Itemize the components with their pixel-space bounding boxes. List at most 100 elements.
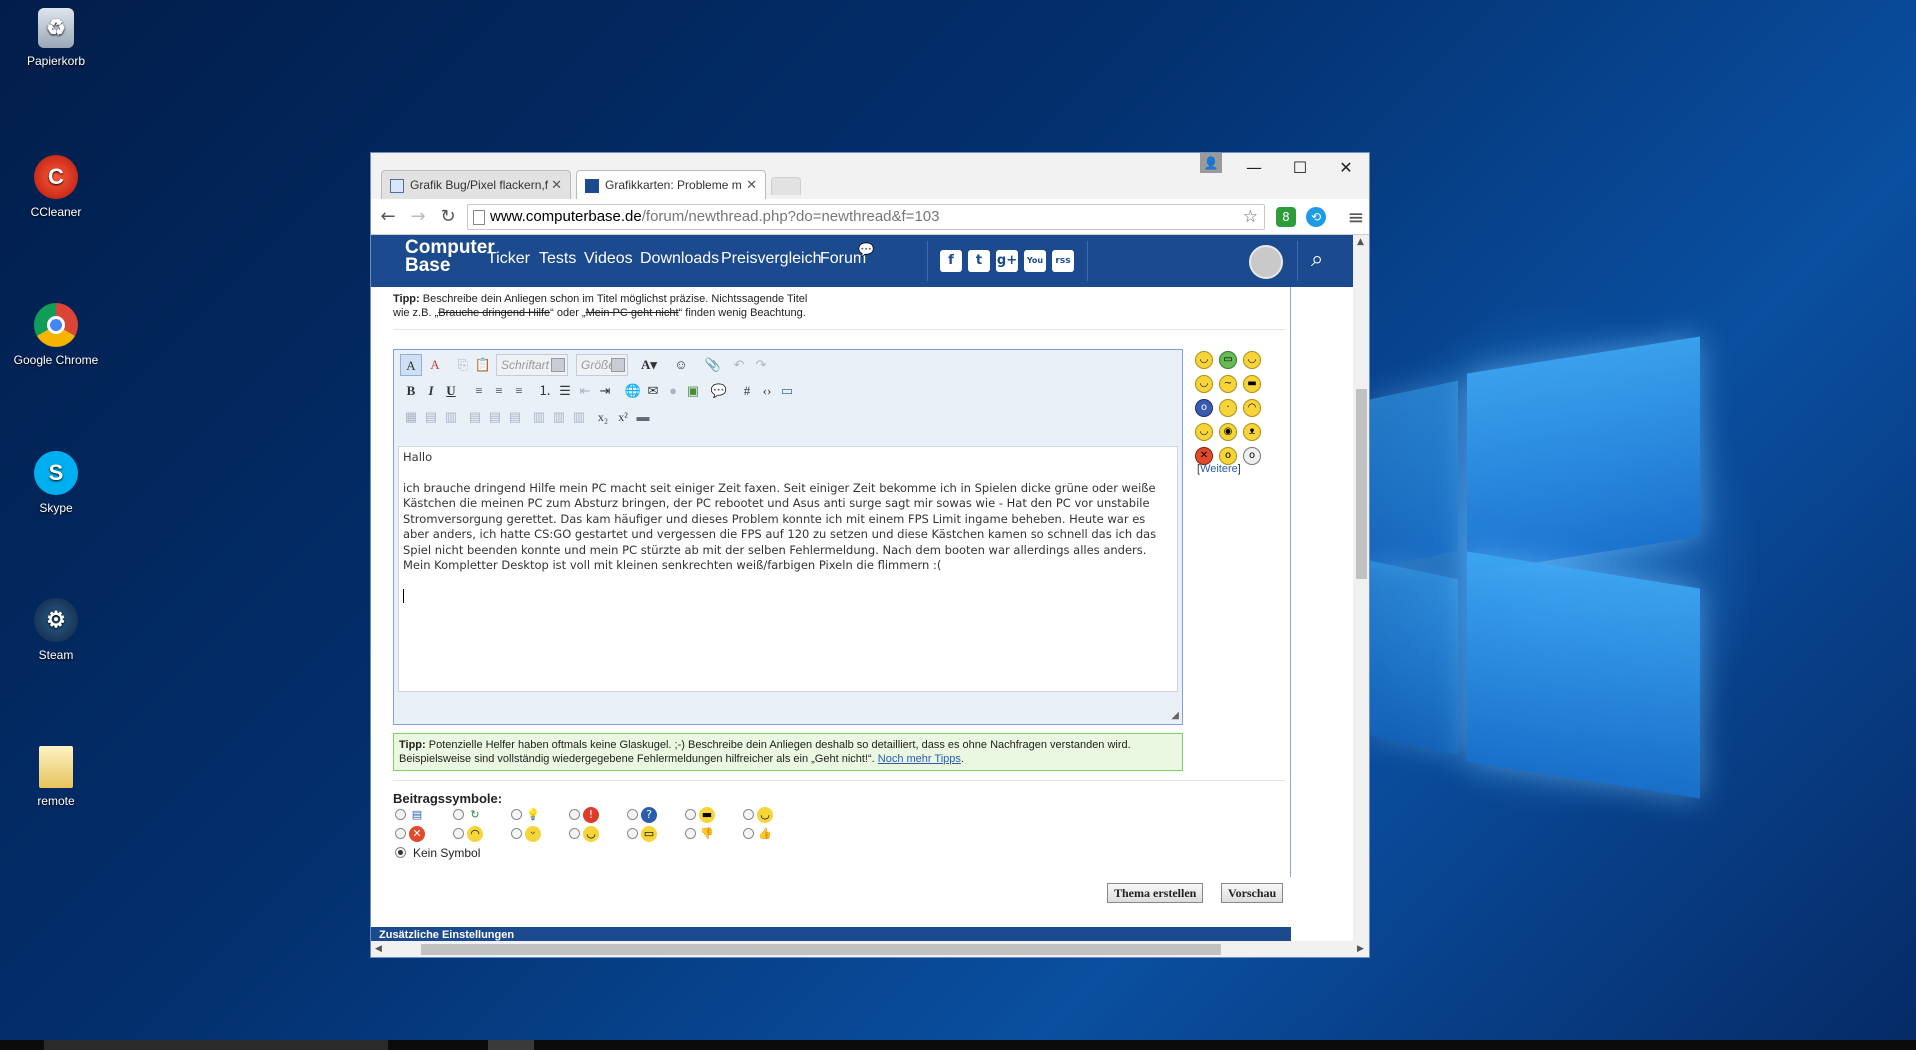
horizontal-rule-icon[interactable]: ▬ xyxy=(632,406,654,428)
bold-icon[interactable]: B xyxy=(400,380,422,402)
ordered-list-icon[interactable]: ⒈ xyxy=(534,380,556,402)
youtube-icon[interactable]: You xyxy=(1024,250,1046,272)
desktop-icon-remote[interactable]: remote xyxy=(10,746,102,808)
new-tab-button[interactable] xyxy=(771,177,801,195)
smiley-insert-icon[interactable]: ☺ xyxy=(670,354,692,376)
nav-downloads[interactable]: Downloads xyxy=(640,250,719,268)
twitter-icon[interactable]: t xyxy=(968,250,990,272)
align-center-icon[interactable]: ≡ xyxy=(488,380,510,402)
scroll-thumb[interactable] xyxy=(1356,389,1367,579)
cool-icon[interactable]: ▬ xyxy=(1243,375,1261,393)
frown-icon[interactable]: ◠ xyxy=(1243,399,1261,417)
close-tab-icon[interactable]: ✕ xyxy=(551,177,562,193)
back-icon[interactable]: ← xyxy=(377,206,399,228)
image-icon[interactable]: ▣ xyxy=(682,380,704,402)
row-above-icon[interactable]: ▤ xyxy=(484,406,506,428)
post-icon-radio[interactable] xyxy=(453,809,464,820)
forward-icon[interactable]: → xyxy=(407,206,429,228)
rolleyes-icon[interactable]: · xyxy=(1219,399,1237,417)
devil-icon[interactable]: ᴥ xyxy=(1243,423,1261,441)
nav-ticker[interactable]: Ticker xyxy=(487,250,530,268)
horizontal-scrollbar[interactable]: ◀ ▶ xyxy=(371,941,1369,957)
extra-settings-bar[interactable]: Zusätzliche Einstellungen xyxy=(371,927,1291,941)
desktop-icon-recycle-bin[interactable]: ♻ Papierkorb xyxy=(10,8,102,68)
nerd-icon[interactable]: ◉ xyxy=(1219,423,1237,441)
close-window-button[interactable]: ✕ xyxy=(1323,153,1369,183)
scroll-right-icon[interactable]: ▶ xyxy=(1357,944,1364,954)
underline-icon[interactable]: U xyxy=(440,380,462,402)
post-icon-radio[interactable] xyxy=(685,809,696,820)
more-tips-link[interactable]: Noch mehr Tipps xyxy=(878,753,961,765)
quote-icon[interactable]: 💬 xyxy=(708,380,730,402)
eek-icon[interactable]: o xyxy=(1195,399,1213,417)
taskbar-search[interactable] xyxy=(44,1040,388,1050)
copy-icon[interactable]: ⎘ xyxy=(452,354,474,376)
vertical-scrollbar[interactable]: ▲ xyxy=(1353,235,1369,941)
superscript-icon[interactable]: x² xyxy=(612,406,634,428)
no-symbol-radio[interactable] xyxy=(395,847,406,858)
resize-grip-icon[interactable]: ◢ xyxy=(1171,710,1179,721)
happy-icon[interactable]: ◡ xyxy=(1195,423,1213,441)
paste-icon[interactable]: 📋 xyxy=(472,354,494,376)
post-icon-radio[interactable] xyxy=(511,828,522,839)
post-icon-radio[interactable] xyxy=(743,828,754,839)
message-textarea[interactable]: Hallo ich brauche dringend Hilfe mein PC… xyxy=(398,446,1178,692)
preview-button[interactable]: Vorschau xyxy=(1221,883,1284,903)
search-icon[interactable]: ⌕ xyxy=(1311,247,1323,272)
smile-icon[interactable]: ◡ xyxy=(1243,351,1261,369)
italic-icon[interactable]: I xyxy=(420,380,442,402)
redo-icon[interactable]: ↷ xyxy=(750,354,772,376)
nav-tests[interactable]: Tests xyxy=(539,250,576,268)
confused-icon[interactable]: ~ xyxy=(1219,375,1237,393)
post-icon-radio[interactable] xyxy=(453,828,464,839)
undo-icon[interactable]: ↶ xyxy=(728,354,750,376)
minimize-button[interactable]: — xyxy=(1231,153,1277,183)
computerbase-logo[interactable]: Computer Base xyxy=(387,238,495,275)
nav-videos[interactable]: Videos xyxy=(584,250,633,268)
wink-icon[interactable]: ◡ xyxy=(1195,375,1213,393)
menu-icon[interactable]: ≡ xyxy=(1346,205,1366,229)
scroll-left-icon[interactable]: ◀ xyxy=(375,944,382,954)
row-delete-icon[interactable]: ▤ xyxy=(504,406,526,428)
nav-preisvergleich[interactable]: Preisvergleich xyxy=(721,250,821,268)
grin-icon[interactable]: ▭ xyxy=(1219,351,1237,369)
post-icon-radio[interactable] xyxy=(395,828,406,839)
post-icon-radio[interactable] xyxy=(395,809,406,820)
facebook-icon[interactable]: f xyxy=(940,250,962,272)
smile-icon[interactable]: ◡ xyxy=(1195,351,1213,369)
post-icon-radio[interactable] xyxy=(743,809,754,820)
taskbar-app[interactable] xyxy=(488,1040,534,1050)
scroll-up-icon[interactable]: ▲ xyxy=(1357,237,1364,247)
shield-extension-icon[interactable]: 8 xyxy=(1276,207,1296,227)
col-delete-icon[interactable]: ▥ xyxy=(568,406,590,428)
indent-icon[interactable]: ⇥ xyxy=(594,380,616,402)
code-icon[interactable]: ‹› xyxy=(756,380,778,402)
profile-icon[interactable]: 👤 xyxy=(1200,153,1222,173)
table-insert-icon[interactable]: ▤ xyxy=(420,406,442,428)
unlink-icon[interactable]: ● xyxy=(662,380,684,402)
scroll-thumb[interactable] xyxy=(421,944,1221,955)
wysiwyg-toggle-icon[interactable]: A xyxy=(400,354,422,376)
text-color-icon[interactable]: A▾ xyxy=(638,354,660,376)
post-icon-radio[interactable] xyxy=(685,828,696,839)
address-bar[interactable]: www.computerbase.de/forum/newthread.php?… xyxy=(467,204,1265,230)
php-icon[interactable]: ▭ xyxy=(776,380,798,402)
create-thread-button[interactable]: Thema erstellen xyxy=(1107,883,1204,903)
more-smilies-link[interactable]: Weitere xyxy=(1200,463,1238,475)
col-left-icon[interactable]: ▥ xyxy=(548,406,570,428)
close-tab-icon[interactable]: ✕ xyxy=(746,177,757,193)
ghost-icon[interactable]: o xyxy=(1243,447,1261,465)
outdent-icon[interactable]: ⇤ xyxy=(574,380,596,402)
post-icon-radio[interactable] xyxy=(627,828,638,839)
align-left-icon[interactable]: ≡ xyxy=(468,380,490,402)
rss-icon[interactable]: rss xyxy=(1052,250,1074,272)
subscript-icon[interactable]: x₂ xyxy=(592,406,614,428)
tab-grafik-bug[interactable]: Grafik Bug/Pixel flackern,f ✕ xyxy=(381,170,571,199)
size-select[interactable]: Größe xyxy=(576,354,628,376)
desktop-icon-skype[interactable]: S Skype xyxy=(10,451,102,515)
unordered-list-icon[interactable]: ☰ xyxy=(554,380,576,402)
link-icon[interactable]: 🌐 xyxy=(622,380,644,402)
table-delete-icon[interactable]: ▥ xyxy=(440,406,462,428)
post-icon-radio[interactable] xyxy=(569,828,580,839)
bookmark-star-icon[interactable]: ☆ xyxy=(1243,207,1258,227)
